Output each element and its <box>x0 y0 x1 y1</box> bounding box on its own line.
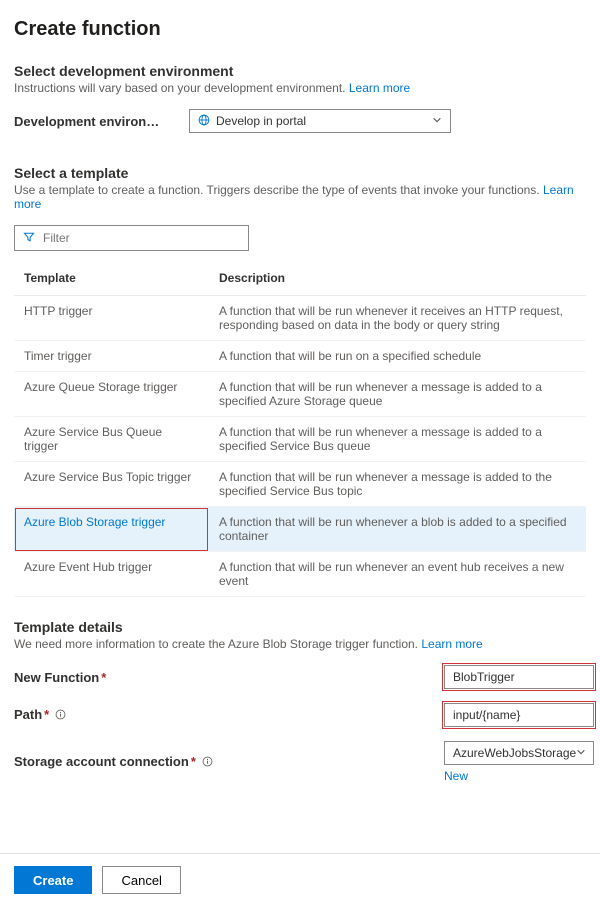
table-row[interactable]: Azure Service Bus Topic triggerA functio… <box>14 462 586 507</box>
storage-conn-value: AzureWebJobsStorage <box>453 746 576 760</box>
template-desc-cell: A function that will be run whenever a m… <box>209 417 586 462</box>
template-subtext: Use a template to create a function. Tri… <box>14 183 586 211</box>
col-description: Description <box>209 263 586 296</box>
template-name-cell: HTTP trigger <box>14 296 209 341</box>
template-name-cell: Azure Event Hub trigger <box>14 552 209 597</box>
template-heading: Select a template <box>14 165 586 181</box>
dev-env-learn-more-link[interactable]: Learn more <box>349 81 410 95</box>
storage-conn-label: Storage account connection* <box>14 754 444 770</box>
path-label: Path* <box>14 707 444 723</box>
table-row[interactable]: Azure Event Hub triggerA function that w… <box>14 552 586 597</box>
template-desc-cell: A function that will be run whenever it … <box>209 296 586 341</box>
details-heading: Template details <box>14 619 586 635</box>
storage-conn-new-link[interactable]: New <box>444 769 468 783</box>
template-table: Template Description HTTP triggerA funct… <box>14 263 586 597</box>
template-desc-cell: A function that will be run whenever a m… <box>209 462 586 507</box>
page-title: Create function <box>14 18 586 41</box>
template-desc-cell: A function that will be run on a specifi… <box>209 341 586 372</box>
col-template: Template <box>14 263 209 296</box>
details-sub-text: We need more information to create the A… <box>14 637 418 651</box>
dev-env-subtext: Instructions will vary based on your dev… <box>14 81 586 95</box>
template-name-cell: Azure Queue Storage trigger <box>14 372 209 417</box>
table-row[interactable]: Azure Blob Storage triggerA function tha… <box>14 507 586 552</box>
template-desc-cell: A function that will be run whenever a b… <box>209 507 586 552</box>
table-row[interactable]: Azure Service Bus Queue triggerA functio… <box>14 417 586 462</box>
template-desc-cell: A function that will be run whenever an … <box>209 552 586 597</box>
dev-env-select-value: Develop in portal <box>216 114 306 128</box>
template-filter-input[interactable] <box>41 230 240 246</box>
create-button[interactable]: Create <box>14 866 92 894</box>
footer: Create Cancel <box>0 853 600 906</box>
template-name-cell: Azure Service Bus Queue trigger <box>14 417 209 462</box>
table-row[interactable]: HTTP triggerA function that will be run … <box>14 296 586 341</box>
template-filter-box[interactable] <box>14 225 249 251</box>
template-desc-cell: A function that will be run whenever a m… <box>209 372 586 417</box>
dev-env-sub-text: Instructions will vary based on your dev… <box>14 81 346 95</box>
dev-env-field-label: Development environ… <box>14 114 189 129</box>
details-subtext: We need more information to create the A… <box>14 637 586 651</box>
new-function-input[interactable] <box>444 665 594 689</box>
info-icon[interactable] <box>55 708 66 723</box>
template-name-cell: Azure Service Bus Topic trigger <box>14 462 209 507</box>
dev-env-heading: Select development environment <box>14 63 586 79</box>
globe-icon <box>198 114 210 129</box>
details-learn-more-link[interactable]: Learn more <box>421 637 482 651</box>
storage-conn-select[interactable]: AzureWebJobsStorage <box>444 741 594 765</box>
template-name-cell: Azure Blob Storage trigger <box>14 507 209 552</box>
template-name-cell: Timer trigger <box>14 341 209 372</box>
dev-env-select[interactable]: Develop in portal <box>189 109 451 133</box>
cancel-button[interactable]: Cancel <box>102 866 180 894</box>
table-row[interactable]: Timer triggerA function that will be run… <box>14 341 586 372</box>
path-input[interactable] <box>444 703 594 727</box>
chevron-down-icon <box>576 746 586 760</box>
new-function-label: New Function* <box>14 670 444 685</box>
template-sub-text: Use a template to create a function. Tri… <box>14 183 540 197</box>
filter-icon <box>23 231 35 246</box>
info-icon[interactable] <box>202 755 213 770</box>
chevron-down-icon <box>432 114 442 128</box>
table-row[interactable]: Azure Queue Storage triggerA function th… <box>14 372 586 417</box>
